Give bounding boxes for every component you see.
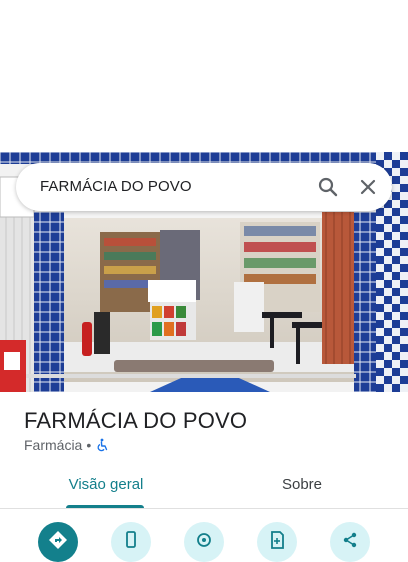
directions-icon	[49, 531, 67, 549]
save-button[interactable]	[257, 522, 297, 562]
phone-icon	[126, 531, 136, 548]
place-tabs: Visão geral Sobre	[0, 470, 408, 510]
tabs-divider	[0, 508, 408, 509]
action-buttons	[0, 520, 408, 562]
save-icon	[271, 531, 284, 549]
place-title: FARMÁCIA DO POVO	[24, 408, 248, 433]
search-bar[interactable]: FARMÁCIA DO POVO	[16, 163, 392, 211]
tab-about[interactable]: Sobre	[250, 470, 354, 508]
location-icon	[197, 533, 211, 547]
call-button[interactable]	[111, 522, 151, 562]
separator: •	[86, 437, 92, 453]
place-category: Farmácia	[24, 437, 83, 453]
place-subtitle: Farmácia •	[24, 437, 109, 453]
directions-button[interactable]	[38, 522, 78, 562]
wheelchair-icon	[95, 438, 109, 452]
location-button[interactable]	[184, 522, 224, 562]
search-icon[interactable]	[316, 175, 340, 199]
close-icon[interactable]	[356, 175, 380, 199]
share-button[interactable]	[330, 522, 370, 562]
tab-overview[interactable]: Visão geral	[54, 470, 158, 508]
share-icon	[343, 532, 357, 548]
search-input[interactable]: FARMÁCIA DO POVO	[40, 163, 192, 211]
